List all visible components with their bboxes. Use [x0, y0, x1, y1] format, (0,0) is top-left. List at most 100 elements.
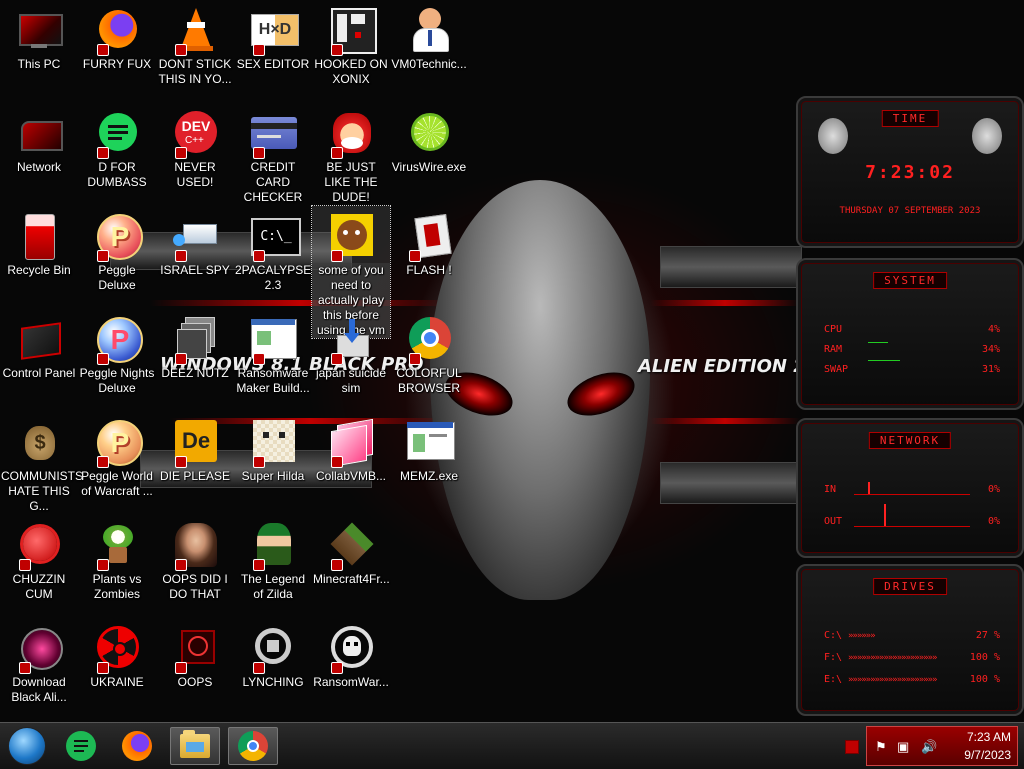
desktop-icon[interactable]: RansomWar...	[312, 618, 390, 690]
settings-knot-icon	[249, 624, 297, 674]
desktop-icon[interactable]: The Legend of Zilda	[234, 515, 312, 602]
shortcut-arrow-icon	[331, 147, 343, 159]
network-gadget[interactable]: NETWORK IN 0% OUT 0%	[796, 418, 1024, 558]
desktop-icon[interactable]: D FOR DUMBASS	[78, 103, 156, 190]
desktop-icon[interactable]: VM0Technic...	[390, 0, 468, 72]
desktop-icon-label: RansomWar...	[313, 675, 389, 689]
system-gadget-title: SYSTEM	[873, 272, 947, 289]
start-button[interactable]	[2, 727, 52, 765]
desktop-icon[interactable]: japan suicide sim	[312, 309, 390, 396]
desktop-icon[interactable]: DEV C++ NEVER USED!	[156, 103, 234, 190]
drive-e-label: E:\	[824, 674, 843, 685]
desktop-icon-label: UKRAINE	[90, 675, 144, 689]
desktop-icon[interactable]: Super Hilda	[234, 412, 312, 484]
wallpaper-title-right: ALIEN EDITION 20	[638, 356, 819, 377]
desktop-icon[interactable]: FLASH !	[390, 206, 468, 278]
action-center-flag-icon[interactable]: ⚑	[875, 739, 887, 755]
money-bag-icon: $	[15, 418, 63, 466]
desktop-icon[interactable]: DONT STICK THIS IN YO...	[156, 0, 234, 87]
desktop-icon[interactable]: Ransomware Maker Build...	[234, 309, 312, 396]
folder-icon	[180, 730, 210, 758]
drive-f-value: 100 %	[969, 652, 1000, 663]
desktop-icon[interactable]: DEEZ NUTZ	[156, 309, 234, 381]
desktop-icon[interactable]: CREDIT CARD CHECKER	[234, 103, 312, 205]
desktop-icon[interactable]: MEMZ.exe	[390, 412, 468, 484]
desktop-icon-label: NEVER USED!	[174, 160, 216, 189]
desktop-icon[interactable]: COLORFUL BROWSER	[390, 309, 468, 396]
network-status-icon[interactable]: ▣	[897, 739, 909, 755]
time-gadget[interactable]: TIME 7:23:02 THURSDAY 07 SEPTEMBER 2023	[796, 96, 1024, 248]
desktop-icon[interactable]: HOOKED ON XONIX	[312, 0, 390, 87]
desktop-icon[interactable]: OOPS	[156, 618, 234, 690]
control-panel-icon	[15, 315, 63, 363]
desktop-icon-label: Network	[16, 160, 61, 174]
desktop-icon[interactable]: CollabVMB...	[312, 412, 390, 484]
system-gadget[interactable]: SYSTEM CPU 4% RAM 34% SWAP 31%	[796, 258, 1024, 410]
desktop-icon-label: ISRAEL SPY	[160, 263, 230, 277]
shortcut-arrow-icon	[253, 559, 265, 571]
shortcut-arrow-icon	[253, 44, 265, 56]
desktop-icon[interactable]: Plants vs Zombies	[78, 515, 156, 602]
swap-label: SWAP	[824, 364, 849, 375]
taskbar-chat-button[interactable]	[56, 727, 106, 765]
desktop-icon[interactable]: Download Black Ali...	[0, 618, 78, 705]
desktop-icon[interactable]: LYNCHING	[234, 618, 312, 690]
download-icon	[327, 315, 375, 365]
zelda-icon	[249, 521, 297, 571]
taskbar-clock-time[interactable]: 7:23 AM	[967, 730, 1011, 744]
desktop-icon[interactable]: Minecraft4Fr...	[312, 515, 390, 587]
desktop-icon-label: Ransomware Maker Build...	[236, 366, 310, 395]
drive-c-label: C:\	[824, 630, 843, 641]
start-orb-icon	[8, 727, 46, 765]
desktop-icon[interactable]: H×D SEX EDITOR	[234, 0, 312, 72]
desktop-icon[interactable]: ISRAEL SPY	[156, 206, 234, 278]
desktop-icon[interactable]: UKRAINE	[78, 618, 156, 690]
desktop-icon[interactable]: De DIE PLEASE	[156, 412, 234, 484]
taskbar-chrome-button[interactable]	[228, 727, 278, 765]
network-in-spike	[868, 482, 870, 494]
shortcut-arrow-icon	[253, 250, 265, 262]
system-tray[interactable]: ⚑ ▣ 🔊 7:23 AM 9/7/2023	[866, 726, 1018, 766]
desktop-icon[interactable]: VirusWire.exe	[390, 103, 468, 175]
ram-graph	[868, 342, 888, 343]
desktop-icon[interactable]: P Peggle World of Warcraft ...	[78, 412, 156, 499]
desktop-icon-label: FURRY FUX	[82, 57, 152, 71]
desktop-icon-label: Minecraft4Fr...	[313, 572, 390, 586]
taskbar-clock-date[interactable]: 9/7/2023	[964, 748, 1011, 762]
drives-gadget[interactable]: DRIVES C:\ »»»»»» 27 % F:\ »»»»»»»»»»»»»…	[796, 564, 1024, 716]
desktop-icon[interactable]: C:\_ 2PACALYPSE 2.3	[234, 206, 312, 293]
pixel-dog-icon	[249, 418, 297, 468]
show-hidden-icons-button[interactable]	[845, 740, 859, 754]
volume-icon[interactable]: 🔊	[921, 739, 937, 755]
desktop-icon[interactable]: Control Panel	[0, 309, 78, 381]
skull-icon	[327, 624, 375, 674]
doctor-icon	[405, 6, 453, 54]
desktop-icon[interactable]: CHUZZIN CUM	[0, 515, 78, 602]
desktop-icon-label: Recycle Bin	[7, 263, 71, 277]
shortcut-arrow-icon	[253, 353, 265, 365]
desktop-icon-label: Peggle Deluxe	[98, 263, 136, 292]
desktop-icon[interactable]: P Peggle Nights Deluxe	[78, 309, 156, 396]
desktop-icon-label: OOPS	[177, 675, 213, 689]
pink-window-icon	[327, 418, 375, 468]
network-in-graph	[854, 494, 970, 495]
desktop-icon[interactable]: Network	[0, 103, 78, 175]
alien-logo-icon	[972, 118, 1002, 154]
desktop-icon[interactable]: $ COMMUNISTS HATE THIS G...	[0, 412, 83, 514]
drive-c-bar: »»»»»»	[848, 631, 875, 641]
desktop-icon[interactable]: This PC	[0, 0, 78, 72]
taskbar[interactable]: ⚑ ▣ 🔊 7:23 AM 9/7/2023	[0, 722, 1024, 769]
cpu-value: 4%	[987, 324, 1000, 335]
taskbar-firefox-button[interactable]	[112, 727, 162, 765]
desktop-icon[interactable]: P Peggle Deluxe	[78, 206, 156, 293]
shortcut-arrow-icon	[19, 662, 31, 674]
desktop-icon[interactable]: Recycle Bin	[0, 206, 78, 278]
desktop[interactable]: WINDOWS 8.1 BLACK PRO ALIEN EDITION 20 T…	[0, 0, 1024, 722]
desktop-icon[interactable]: FURRY FUX	[78, 0, 156, 72]
desktop-icon-label: DONT STICK THIS IN YO...	[158, 57, 232, 86]
desktop-icon-label: LYNCHING	[242, 675, 304, 689]
taskbar-file-explorer-button[interactable]	[170, 727, 220, 765]
desktop-icon[interactable]: OOPS DID I DO THAT	[156, 515, 234, 602]
desktop-icon[interactable]: BE JUST LIKE THE DUDE!	[312, 103, 390, 205]
desktop-icon-label: VirusWire.exe	[391, 160, 467, 174]
